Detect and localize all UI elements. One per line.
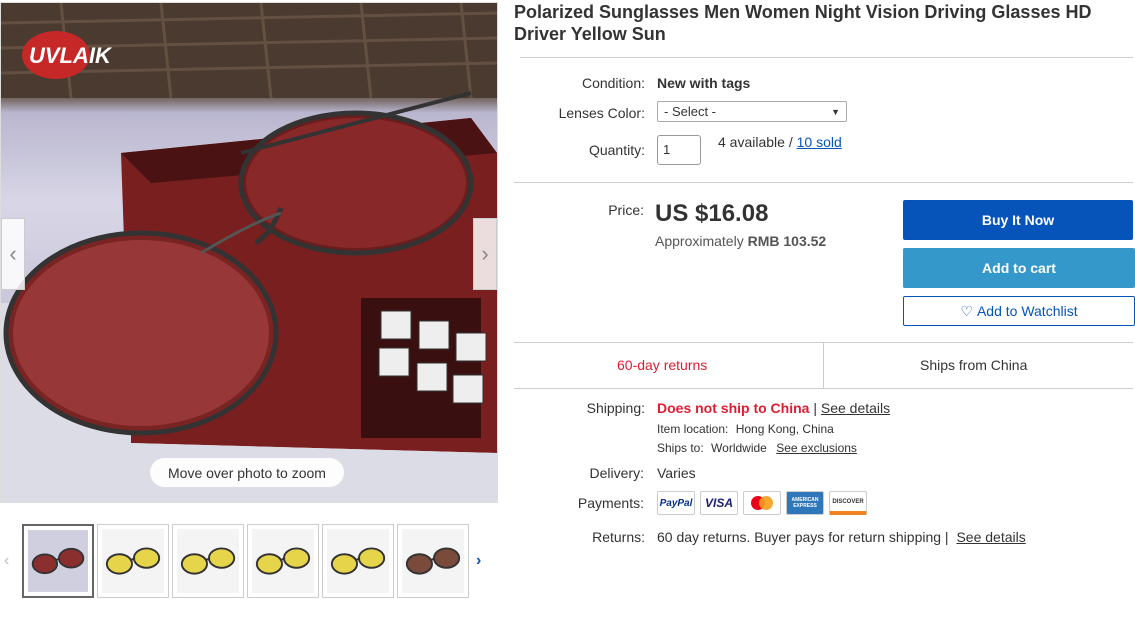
returns-value: 60 day returns. Buyer pays for return sh… bbox=[657, 529, 949, 545]
visa-text: VISA bbox=[704, 496, 733, 510]
divider bbox=[520, 57, 1133, 58]
price-value: US $16.08 bbox=[655, 200, 769, 227]
sunglasses-thumbnail-image bbox=[402, 529, 464, 593]
visa-icon: VISA bbox=[700, 491, 738, 515]
item-location: Item location: Hong Kong, China bbox=[657, 422, 834, 436]
thumbnail-strip: ‹ › bbox=[0, 522, 500, 602]
quantity-input[interactable]: 1 bbox=[657, 135, 701, 165]
availability-text: 4 available / 10 sold bbox=[718, 134, 842, 150]
approx-price: Approximately RMB 103.52 bbox=[655, 233, 826, 249]
sold-count-link[interactable]: 10 sold bbox=[797, 134, 842, 150]
approx-value: RMB 103.52 bbox=[747, 233, 827, 249]
thumbnail-6[interactable] bbox=[397, 524, 469, 598]
delivery-label: Delivery: bbox=[589, 465, 644, 481]
ships-to-label: Ships to: bbox=[657, 441, 704, 455]
paypal-text: PayPal bbox=[659, 497, 693, 509]
sunglasses-thumbnail-image bbox=[252, 529, 314, 593]
chevron-left-icon: ‹ bbox=[9, 241, 17, 266]
quantity-label: Quantity: bbox=[588, 142, 645, 158]
add-to-watchlist-button[interactable]: ♡ Add to Watchlist bbox=[903, 296, 1135, 326]
returns-label: Returns: bbox=[592, 529, 645, 545]
available-count: 4 available / bbox=[718, 134, 793, 150]
watchlist-label: Add to Watchlist bbox=[976, 303, 1078, 319]
returns-line: 60 day returns. Buyer pays for return sh… bbox=[657, 529, 1026, 545]
buy-it-now-button[interactable]: Buy It Now bbox=[903, 200, 1133, 240]
product-title: Polarized Sunglasses Men Women Night Vis… bbox=[514, 2, 1092, 44]
ships-to: Ships to: Worldwide See exclusions bbox=[657, 441, 857, 455]
add-to-cart-button[interactable]: Add to cart bbox=[903, 248, 1135, 288]
ships-from-highlight: Ships from China bbox=[920, 357, 1028, 373]
dropdown-arrow-icon: ▼ bbox=[831, 106, 840, 117]
select-value: - Select - bbox=[664, 104, 717, 119]
amex-text: AMERICAN EXPRESS bbox=[791, 497, 819, 509]
see-exclusions-link[interactable]: See exclusions bbox=[776, 441, 857, 455]
thumbnail-1[interactable] bbox=[22, 524, 94, 598]
shipping-status: Does not ship to China bbox=[657, 400, 810, 416]
thumbnail-5[interactable] bbox=[322, 524, 394, 598]
thumbnails-next-icon[interactable]: › bbox=[476, 552, 481, 570]
shipping-label: Shipping: bbox=[586, 400, 645, 416]
returns-see-details-link[interactable]: See details bbox=[956, 529, 1025, 545]
highlight-divider bbox=[823, 342, 824, 388]
divider bbox=[514, 182, 1133, 183]
approx-prefix: Approximately bbox=[655, 233, 744, 249]
item-location-value: Hong Kong, China bbox=[735, 422, 834, 436]
delivery-value: Varies bbox=[657, 465, 696, 481]
shipping-see-details-link[interactable]: See details bbox=[821, 400, 890, 416]
lenses-color-label: Lenses Color: bbox=[558, 105, 645, 121]
price-label: Price: bbox=[608, 202, 644, 218]
thumbnail-2[interactable] bbox=[97, 524, 169, 598]
chevron-right-icon: › bbox=[481, 241, 489, 266]
sunglasses-image: UVLAIK bbox=[1, 3, 497, 502]
brand-logo: UVLAIK bbox=[29, 43, 113, 68]
sunglasses-thumbnail-image bbox=[177, 529, 239, 593]
separator: | bbox=[813, 400, 817, 416]
returns-highlight: 60-day returns bbox=[617, 357, 708, 373]
divider bbox=[514, 388, 1133, 389]
amex-icon: AMERICAN EXPRESS bbox=[786, 491, 824, 515]
mastercard-icon bbox=[743, 491, 781, 515]
lenses-color-select[interactable]: - Select - ▼ bbox=[657, 101, 847, 122]
thumbnail-4[interactable] bbox=[247, 524, 319, 598]
discover-text: DISCOVER bbox=[832, 498, 864, 505]
item-location-label: Item location: bbox=[657, 422, 729, 436]
heart-icon: ♡ bbox=[960, 302, 973, 319]
product-photo[interactable]: UVLAIK ‹ › Move over photo to zoom bbox=[0, 2, 498, 503]
discover-icon: DISCOVER bbox=[829, 491, 867, 515]
condition-label: Condition: bbox=[581, 75, 645, 91]
ships-to-value: Worldwide bbox=[711, 441, 767, 455]
thumbnail-3[interactable] bbox=[172, 524, 244, 598]
shipping-line: Does not ship to China | See details bbox=[657, 400, 890, 416]
sunglasses-thumbnail-image bbox=[327, 529, 389, 593]
condition-value: New with tags bbox=[657, 75, 751, 91]
paypal-icon: PayPal bbox=[657, 491, 695, 515]
next-photo-button[interactable]: › bbox=[473, 218, 497, 290]
sunglasses-thumbnail-image bbox=[102, 529, 164, 593]
sunglasses-thumbnail-image bbox=[28, 530, 88, 592]
zoom-hint: Move over photo to zoom bbox=[150, 458, 344, 487]
previous-photo-button[interactable]: ‹ bbox=[1, 218, 25, 290]
thumbnails-prev-icon[interactable]: ‹ bbox=[4, 552, 9, 570]
mastercard-logo bbox=[751, 496, 773, 510]
payments-label: Payments: bbox=[577, 495, 644, 511]
